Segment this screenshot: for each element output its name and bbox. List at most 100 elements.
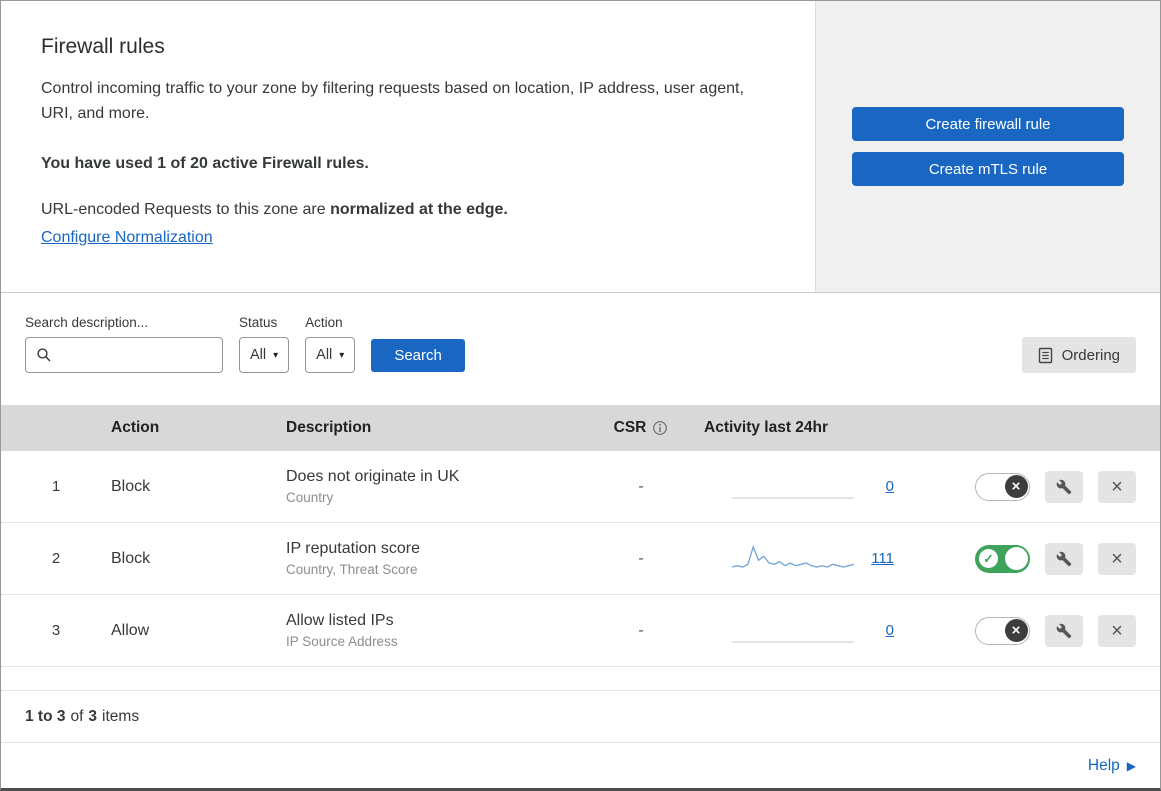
actions-panel: Create firewall rule Create mTLS rule <box>815 1 1160 292</box>
rule-fields: Country, Threat Score <box>286 562 418 577</box>
create-mtls-rule-button[interactable]: Create mTLS rule <box>852 152 1124 186</box>
edit-rule-button[interactable] <box>1045 614 1083 647</box>
wrench-icon <box>1056 551 1072 566</box>
help-link[interactable]: Help ▶ <box>1088 757 1136 775</box>
usage-summary: You have used 1 of 20 active Firewall ru… <box>41 154 369 172</box>
delete-rule-button[interactable]: × <box>1098 542 1136 575</box>
chevron-down-icon: ▾ <box>339 349 345 361</box>
ordering-list-icon <box>1038 347 1052 363</box>
status-group: Status All ▾ <box>239 315 290 373</box>
table-row: 1 Block Does not originate in UK Country… <box>1 451 1160 523</box>
activity-sparkline <box>732 544 854 568</box>
search-group: Search description... <box>25 315 223 373</box>
filter-bar: Search description... Status All ▾ Actio… <box>1 293 1160 405</box>
search-button[interactable]: Search <box>371 339 465 372</box>
edit-rule-button[interactable] <box>1045 542 1083 575</box>
activity-count-link[interactable]: 111 <box>864 550 894 567</box>
page-title: Firewall rules <box>41 35 165 58</box>
pagination-range: 1 to 3 <box>25 707 66 725</box>
rule-description: IP reputation score <box>286 540 421 557</box>
rule-csr: - <box>638 549 644 567</box>
status-dropdown-value: All <box>250 347 267 363</box>
help-row: Help ▶ <box>1 743 1160 788</box>
search-input[interactable] <box>58 347 222 363</box>
rule-controls: ✓ × × <box>916 470 1160 503</box>
rule-action: Block <box>111 477 151 495</box>
info-icon[interactable] <box>652 420 668 436</box>
close-icon: × <box>1111 619 1123 642</box>
x-icon: × <box>1011 478 1021 495</box>
rule-enable-toggle[interactable]: ✓ × <box>975 616 1030 645</box>
x-icon: × <box>1011 622 1021 639</box>
rule-description-cell: Does not originate in UK Country <box>286 468 596 505</box>
pagination-total: 3 <box>88 707 98 725</box>
table-row: 2 Block IP reputation score Country, Thr… <box>1 523 1160 595</box>
status-label: Status <box>239 315 278 330</box>
delete-rule-button[interactable]: × <box>1098 614 1136 647</box>
activity-sparkline <box>732 497 854 498</box>
wrench-icon <box>1056 623 1072 638</box>
rule-priority: 1 <box>51 478 61 495</box>
rule-fields: IP Source Address <box>286 634 398 649</box>
csr-header-label: CSR <box>613 419 647 436</box>
rule-description-cell: Allow listed IPs IP Source Address <box>286 612 596 649</box>
search-icon <box>37 348 51 362</box>
chevron-down-icon: ▾ <box>273 349 279 361</box>
arrow-right-icon: ▶ <box>1126 758 1136 773</box>
help-link-label: Help <box>1087 756 1120 774</box>
rule-enable-toggle[interactable]: ✓ × <box>975 472 1030 501</box>
table-row: 3 Allow Allow listed IPs IP Source Addre… <box>1 595 1160 667</box>
ordering-button-label: Ordering <box>1061 346 1120 364</box>
pagination-items: items <box>102 707 140 725</box>
status-dropdown[interactable]: All ▾ <box>239 337 290 373</box>
rule-description: Does not originate in UK <box>286 468 460 485</box>
header-cell-action: Action <box>111 419 160 436</box>
activity-sparkline <box>732 641 854 642</box>
action-label: Action <box>305 315 343 330</box>
header-cell-csr: CSR <box>596 419 686 437</box>
activity-count-link[interactable]: 0 <box>864 478 894 495</box>
header-cell-description: Description <box>286 419 372 436</box>
page-description: Control incoming traffic to your zone by… <box>41 80 744 122</box>
rule-csr: - <box>638 621 644 639</box>
action-dropdown[interactable]: All ▾ <box>305 337 356 373</box>
ordering-button[interactable]: Ordering <box>1021 337 1136 373</box>
edit-rule-button[interactable] <box>1045 470 1083 503</box>
normalization-prefix: URL-encoded Requests to this zone are <box>41 200 331 218</box>
activity-count-link[interactable]: 0 <box>864 622 894 639</box>
close-icon: × <box>1111 547 1123 570</box>
delete-rule-button[interactable]: × <box>1098 470 1136 503</box>
rule-action: Allow <box>111 621 150 639</box>
header-cell-activity: Activity last 24hr <box>704 419 829 436</box>
rule-fields: Country <box>286 490 334 505</box>
toggle-knob: × <box>1005 546 1028 570</box>
search-label: Search description... <box>25 315 149 330</box>
check-icon: ✓ <box>979 548 998 568</box>
rule-activity-cell: 0 <box>686 470 916 504</box>
header-content: Firewall rules Control incoming traffic … <box>1 1 815 292</box>
normalization-bold: normalized at the edge. <box>330 200 508 218</box>
header-section: Firewall rules Control incoming traffic … <box>1 1 1160 293</box>
rule-enable-toggle[interactable]: ✓ × <box>975 544 1030 573</box>
rule-controls: ✓ × × <box>916 542 1160 575</box>
create-firewall-rule-button[interactable]: Create firewall rule <box>852 107 1124 141</box>
wrench-icon <box>1056 479 1072 494</box>
close-icon: × <box>1111 475 1123 498</box>
pagination-summary: 1 to 3 of 3 items <box>1 691 1160 743</box>
rule-activity-cell: 111 <box>686 542 916 576</box>
firewall-rules-page: Firewall rules Control incoming traffic … <box>0 0 1161 791</box>
rule-csr: - <box>638 477 644 495</box>
action-group: Action All ▾ <box>305 315 356 373</box>
toggle-knob: × <box>1004 619 1028 642</box>
rule-priority: 2 <box>51 550 61 567</box>
configure-normalization-link[interactable]: Configure Normalization <box>41 229 213 247</box>
table-end-spacer <box>1 667 1160 691</box>
search-input-wrap <box>25 337 223 373</box>
action-dropdown-value: All <box>316 347 333 363</box>
rule-description-cell: IP reputation score Country, Threat Scor… <box>286 540 596 577</box>
rule-action: Block <box>111 549 151 567</box>
rule-priority: 3 <box>51 622 61 639</box>
rule-controls: ✓ × × <box>916 614 1160 647</box>
rule-description: Allow listed IPs <box>286 612 394 629</box>
table-header: Action Description CSR Activity last 24h… <box>1 405 1160 451</box>
